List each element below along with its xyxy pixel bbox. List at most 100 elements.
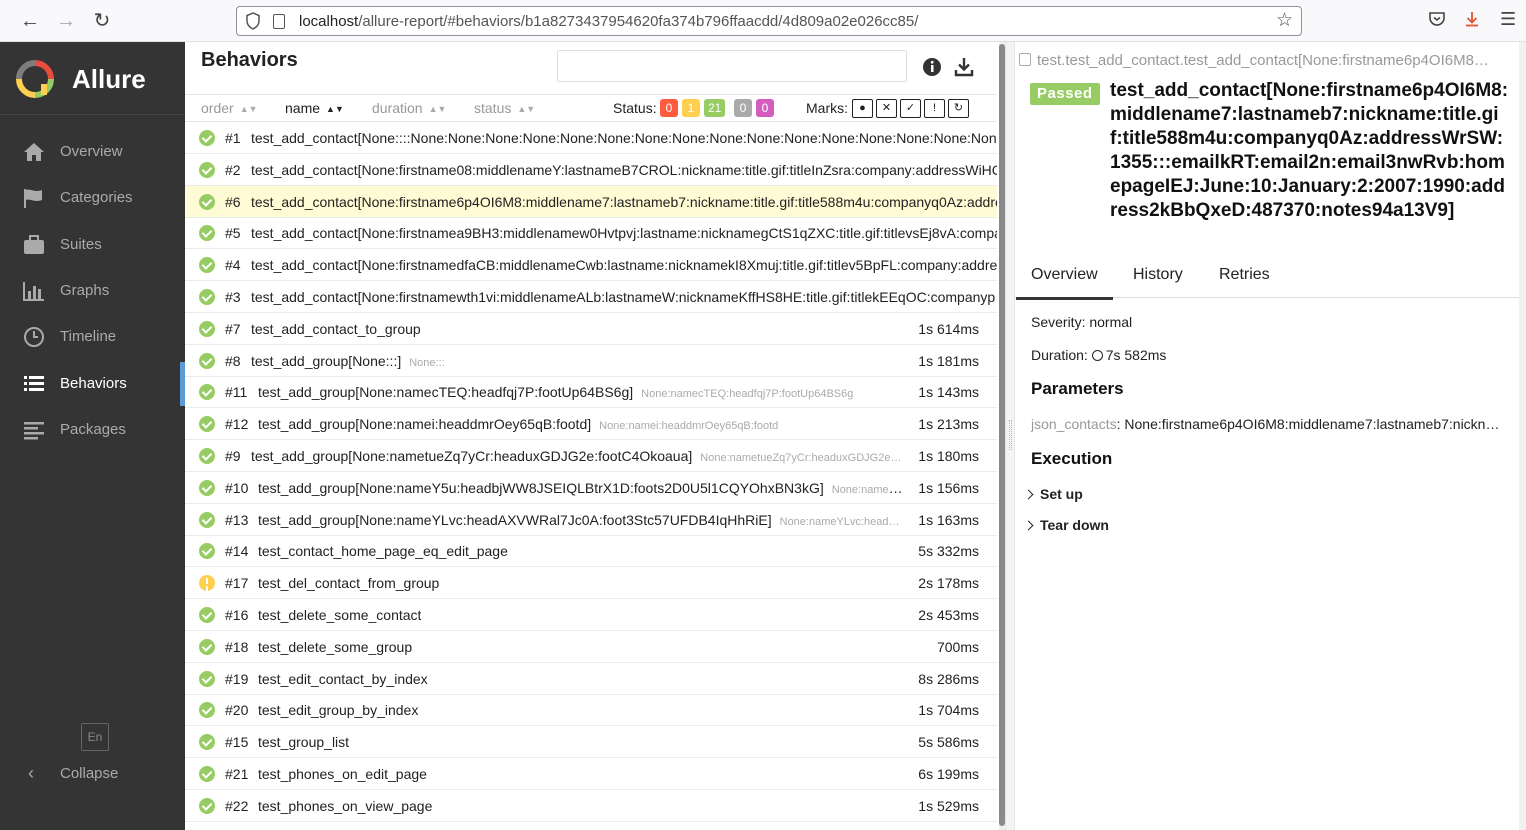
table-row[interactable]: #22 test_phones_on_view_page 1s 529ms	[185, 790, 997, 822]
language-button[interactable]: En	[81, 723, 109, 751]
table-row[interactable]: #6 test_add_contact[None:firstname6p4OI6M…	[185, 185, 997, 218]
sidebar-item-timeline[interactable]: Timeline	[0, 315, 185, 359]
search-input[interactable]	[557, 50, 907, 82]
flaky-bomb-icon[interactable]: ●	[852, 99, 873, 118]
sidebar-item-suites[interactable]: Suites	[0, 223, 185, 267]
passed-status-icon	[199, 257, 215, 274]
table-row[interactable]: #11 test_add_group[None:namecTEQ:headfqj7…	[185, 376, 997, 409]
sidebar-item-categories[interactable]: Categories	[0, 176, 185, 220]
test-name-text: test_add_contact[None:firstnamea9BH3:mid…	[251, 225, 997, 242]
tab-history[interactable]: History	[1133, 266, 1183, 284]
sort-status[interactable]: status ▲▼	[474, 100, 535, 116]
table-row[interactable]: #12 test_add_group[None:namei:headdmrOey6…	[185, 408, 997, 441]
collapse-button[interactable]: ‹ Collapse	[0, 758, 185, 788]
new-passed-icon[interactable]: ✓	[900, 99, 921, 118]
copy-icon[interactable]	[1019, 53, 1031, 66]
test-name-text: test_add_contact_to_group	[251, 320, 421, 337]
teardown-toggle[interactable]: Tear down	[1023, 517, 1109, 533]
back-arrow-icon[interactable]: ←	[16, 8, 44, 36]
test-number: #13	[225, 511, 249, 528]
pocket-icon[interactable]	[1427, 9, 1447, 29]
sidebar-divider	[0, 114, 185, 115]
table-row[interactable]: #16 test_delete_some_contact 2s 453ms	[185, 599, 997, 631]
test-duration: 5s 332ms	[918, 543, 979, 560]
test-name: test_add_group[None:namei:headdmrOey65qB…	[258, 416, 778, 432]
setup-toggle[interactable]: Set up	[1023, 486, 1083, 502]
forward-arrow-icon[interactable]: →	[52, 8, 80, 36]
test-name: test_add_contact[None:firstnamedfaCB:mid…	[251, 257, 997, 273]
table-row[interactable]: #21 test_phones_on_edit_page 6s 199ms	[185, 758, 997, 790]
download-icon[interactable]	[953, 56, 975, 78]
table-row[interactable]: #1 test_add_contact[None::::None:None:Non…	[185, 122, 997, 154]
table-row[interactable]: #13 test_add_group[None:nameYLvc:headAXVW…	[185, 504, 997, 536]
sidebar-item-overview[interactable]: Overview	[0, 130, 185, 174]
sidebar-item-packages[interactable]: Packages	[0, 408, 185, 452]
menu-icon[interactable]: ☰	[1500, 9, 1516, 30]
table-row[interactable]: #9 test_add_group[None:nametueZq7yCr:head…	[185, 440, 997, 472]
table-row[interactable]: #17 test_del_contact_from_group 2s 178ms	[185, 567, 997, 600]
test-name: test_add_contact[None:firstname6p4OI6M8:…	[251, 194, 997, 210]
table-row[interactable]: #3 test_add_contact[None:firstnamewth1vi:…	[185, 281, 997, 313]
status-failed-badge[interactable]: 0	[660, 99, 678, 117]
table-row[interactable]: #4 test_add_contact[None:firstnamedfaCB:m…	[185, 249, 997, 282]
retries-icon[interactable]: ↻	[948, 99, 969, 118]
table-row[interactable]: #20 test_edit_group_by_index 1s 704ms	[185, 694, 997, 727]
passed-status-icon	[199, 320, 215, 337]
test-name: test_edit_contact_by_index	[258, 671, 428, 687]
sort-name[interactable]: name ▲▼	[285, 100, 344, 116]
marks-label: Marks:	[806, 100, 848, 116]
info-icon[interactable]	[921, 56, 943, 78]
test-duration: 1s 704ms	[918, 702, 979, 719]
bookmark-star-icon[interactable]: ☆	[1276, 9, 1293, 32]
new-broken-icon[interactable]: !	[924, 99, 945, 118]
test-name-text: test_delete_some_group	[258, 638, 413, 655]
test-parameters: None:::	[409, 356, 445, 369]
tab-retries[interactable]: Retries	[1219, 266, 1270, 284]
table-row[interactable]: #14 test_contact_home_page_eq_edit_page 5s…	[185, 535, 997, 568]
table-row[interactable]: #5 test_add_contact[None:firstnamea9BH3:m…	[185, 217, 997, 250]
sort-duration[interactable]: duration ▲▼	[372, 100, 446, 116]
severity-text: Severity: normal	[1031, 314, 1133, 330]
status-broken-badge[interactable]: 1	[682, 99, 700, 117]
download-icon[interactable]	[1462, 9, 1482, 29]
test-name: test_add_group[None:nameYLvc:headAXVWRal…	[258, 512, 899, 528]
home-icon	[24, 143, 44, 161]
status-passed-badge[interactable]: 21	[704, 99, 726, 117]
table-row[interactable]: #10 test_add_group[None:nameY5u:headbjWW8…	[185, 472, 997, 504]
parameters-heading: Parameters	[1031, 379, 1124, 398]
table-row[interactable]: #15 test_group_list 5s 586ms	[185, 726, 997, 759]
table-row[interactable]: #2 test_add_contact[None:firstname08:midd…	[185, 154, 997, 186]
test-name: test_edit_group_by_index	[258, 702, 418, 718]
passed-status-icon	[199, 416, 215, 433]
reload-icon[interactable]: ↻	[88, 8, 116, 36]
detail-scrollbar[interactable]	[1519, 42, 1526, 830]
test-name: test_delete_some_group	[258, 639, 412, 655]
test-number: #11	[225, 384, 248, 401]
test-duration: 2s 453ms	[918, 607, 979, 623]
tab-overview[interactable]: Overview	[1016, 266, 1113, 300]
table-row[interactable]: #7 test_add_contact_to_group 1s 614ms	[185, 313, 997, 345]
test-name: test_add_contact[None::::None:None:None:…	[251, 130, 997, 146]
status-unknown-badge[interactable]: 0	[756, 99, 774, 117]
table-row[interactable]: #19 test_edit_contact_by_index 8s 286ms	[185, 663, 997, 695]
behaviors-pane: Behaviors order ▲▼ name ▲▼ duration ▲▼ stat…	[185, 42, 997, 830]
table-row[interactable]: #18 test_delete_some_group 700ms	[185, 631, 997, 663]
new-failed-icon[interactable]: ✕	[876, 99, 897, 118]
sidebar-item-graphs[interactable]: Graphs	[0, 269, 185, 313]
sort-order[interactable]: order ▲▼	[201, 100, 258, 116]
table-row[interactable]: #8 test_add_group[None:::] None::: 1s 181ms	[185, 345, 997, 377]
sidebar-item-behaviors[interactable]: Behaviors	[0, 362, 185, 406]
test-name-text: test_add_group[None:nametueZq7yCr:headux…	[251, 448, 693, 464]
test-name: test_add_contact[None:firstname08:middle…	[251, 162, 997, 178]
splitter-grip[interactable]	[1009, 420, 1012, 450]
pane-splitter[interactable]	[1005, 42, 1015, 830]
status-skipped-badge[interactable]: 0	[734, 99, 752, 117]
test-name-text: test_add_group[None:nameYLvc:headAXVWRal…	[258, 511, 772, 528]
test-name-text: test_edit_group_by_index	[258, 702, 419, 719]
test-name-text: test_add_group[None:namei:headdmrOey65qB…	[258, 416, 592, 433]
test-name: test_contact_home_page_eq_edit_page	[258, 543, 508, 559]
test-duration: 1s 181ms	[918, 352, 979, 369]
address-bar[interactable]: localhost/allure-report/#behaviors/b1a82…	[236, 6, 1302, 36]
breadcrumb[interactable]: test.test_add_contact.test_add_contact[N…	[1019, 52, 1519, 69]
parameter-key: json_contacts	[1031, 416, 1117, 432]
